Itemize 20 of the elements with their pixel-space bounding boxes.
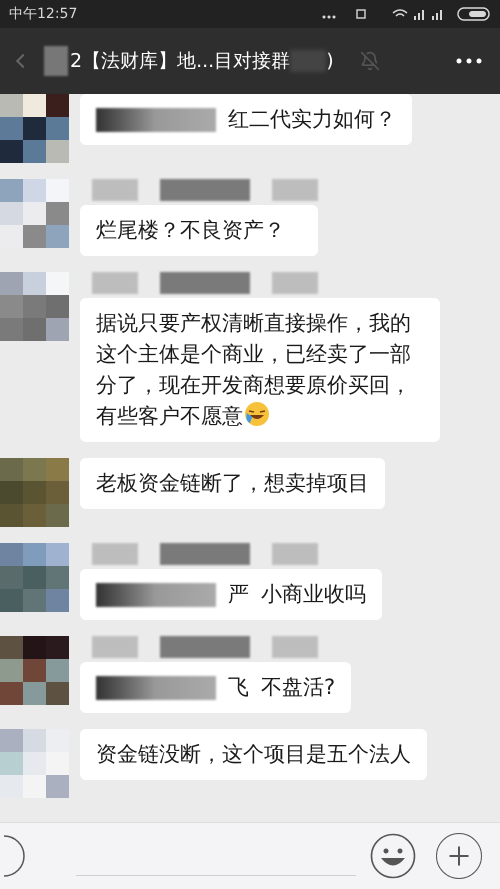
message-text: 飞 bbox=[228, 674, 249, 701]
message-text: 小商业收吗 bbox=[261, 581, 366, 608]
laughing-face-icon bbox=[244, 401, 270, 427]
battery-icon bbox=[457, 7, 491, 21]
voice-icon[interactable] bbox=[4, 834, 26, 878]
emoji-icon[interactable] bbox=[370, 833, 416, 879]
plus-button[interactable] bbox=[436, 833, 482, 879]
message-text: 据说只要产权清晰直接操作，我的这个主体是个商业，已经卖了一部分了，现在开发商想要原价买回，有些客户不愿意 bbox=[96, 310, 412, 430]
more-icon[interactable] bbox=[456, 58, 482, 64]
message-text: 老板资金链断了，想卖掉项目 bbox=[96, 470, 369, 497]
message-text: 烂尾楼？不良资产？ bbox=[96, 217, 285, 244]
message-text: 红二代实力如何？ bbox=[228, 106, 396, 133]
window-title: ) bbox=[326, 48, 334, 74]
mute-icon bbox=[360, 51, 380, 71]
message-text: 资金链没断，这个项目是五个法人 bbox=[96, 741, 411, 768]
window-title: 2【法财库】地...目对接群 bbox=[70, 48, 290, 74]
status-time: 中午12:57 bbox=[9, 4, 78, 24]
message-text: 严 bbox=[228, 581, 249, 608]
message-text: 不盘活? bbox=[261, 674, 336, 701]
blurred-name bbox=[44, 46, 68, 76]
